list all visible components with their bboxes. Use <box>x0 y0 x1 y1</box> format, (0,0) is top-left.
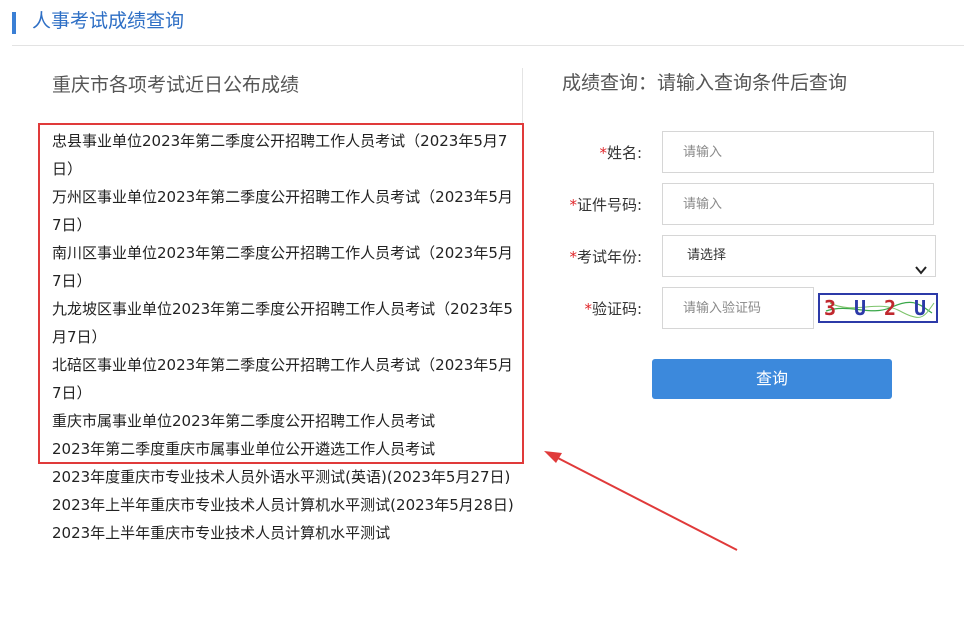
exam-link[interactable]: 2023年度重庆市专业技术人员外语水平测试(英语)(2023年5月27日) <box>52 463 522 491</box>
captcha-image[interactable]: 3 U 2 U <box>818 293 938 323</box>
highlight-box <box>38 123 524 464</box>
year-select[interactable]: 请选择 <box>662 235 936 277</box>
page-title: 人事考试成绩查询 <box>32 10 185 32</box>
name-label: *姓名: <box>599 144 642 162</box>
captcha-char: U <box>914 296 927 320</box>
header-divider <box>12 45 964 46</box>
name-input[interactable] <box>662 131 934 173</box>
query-button[interactable]: 查询 <box>652 359 892 399</box>
exam-link[interactable]: 2023年上半年重庆市专业技术人员计算机水平测试 <box>52 519 522 547</box>
id-number-input[interactable] <box>662 183 934 225</box>
header-accent-bar <box>12 12 16 34</box>
year-label: *考试年份: <box>569 248 642 266</box>
captcha-char: U <box>854 296 867 320</box>
chevron-down-icon <box>915 251 927 291</box>
year-select-value: 请选择 <box>687 248 727 263</box>
exam-link[interactable]: 2023年上半年重庆市专业技术人员计算机水平测试(2023年5月28日) <box>52 491 522 519</box>
id-label: *证件号码: <box>569 196 642 214</box>
query-title: 成绩查询：请输入查询条件后查询 <box>562 72 848 94</box>
annotation-arrow <box>544 451 738 551</box>
recent-scores-title: 重庆市各项考试近日公布成绩 <box>52 74 300 96</box>
captcha-char: 3 <box>824 296 837 320</box>
captcha-label: *验证码: <box>584 300 642 318</box>
captcha-char: 2 <box>884 296 897 320</box>
captcha-input[interactable] <box>662 287 814 329</box>
